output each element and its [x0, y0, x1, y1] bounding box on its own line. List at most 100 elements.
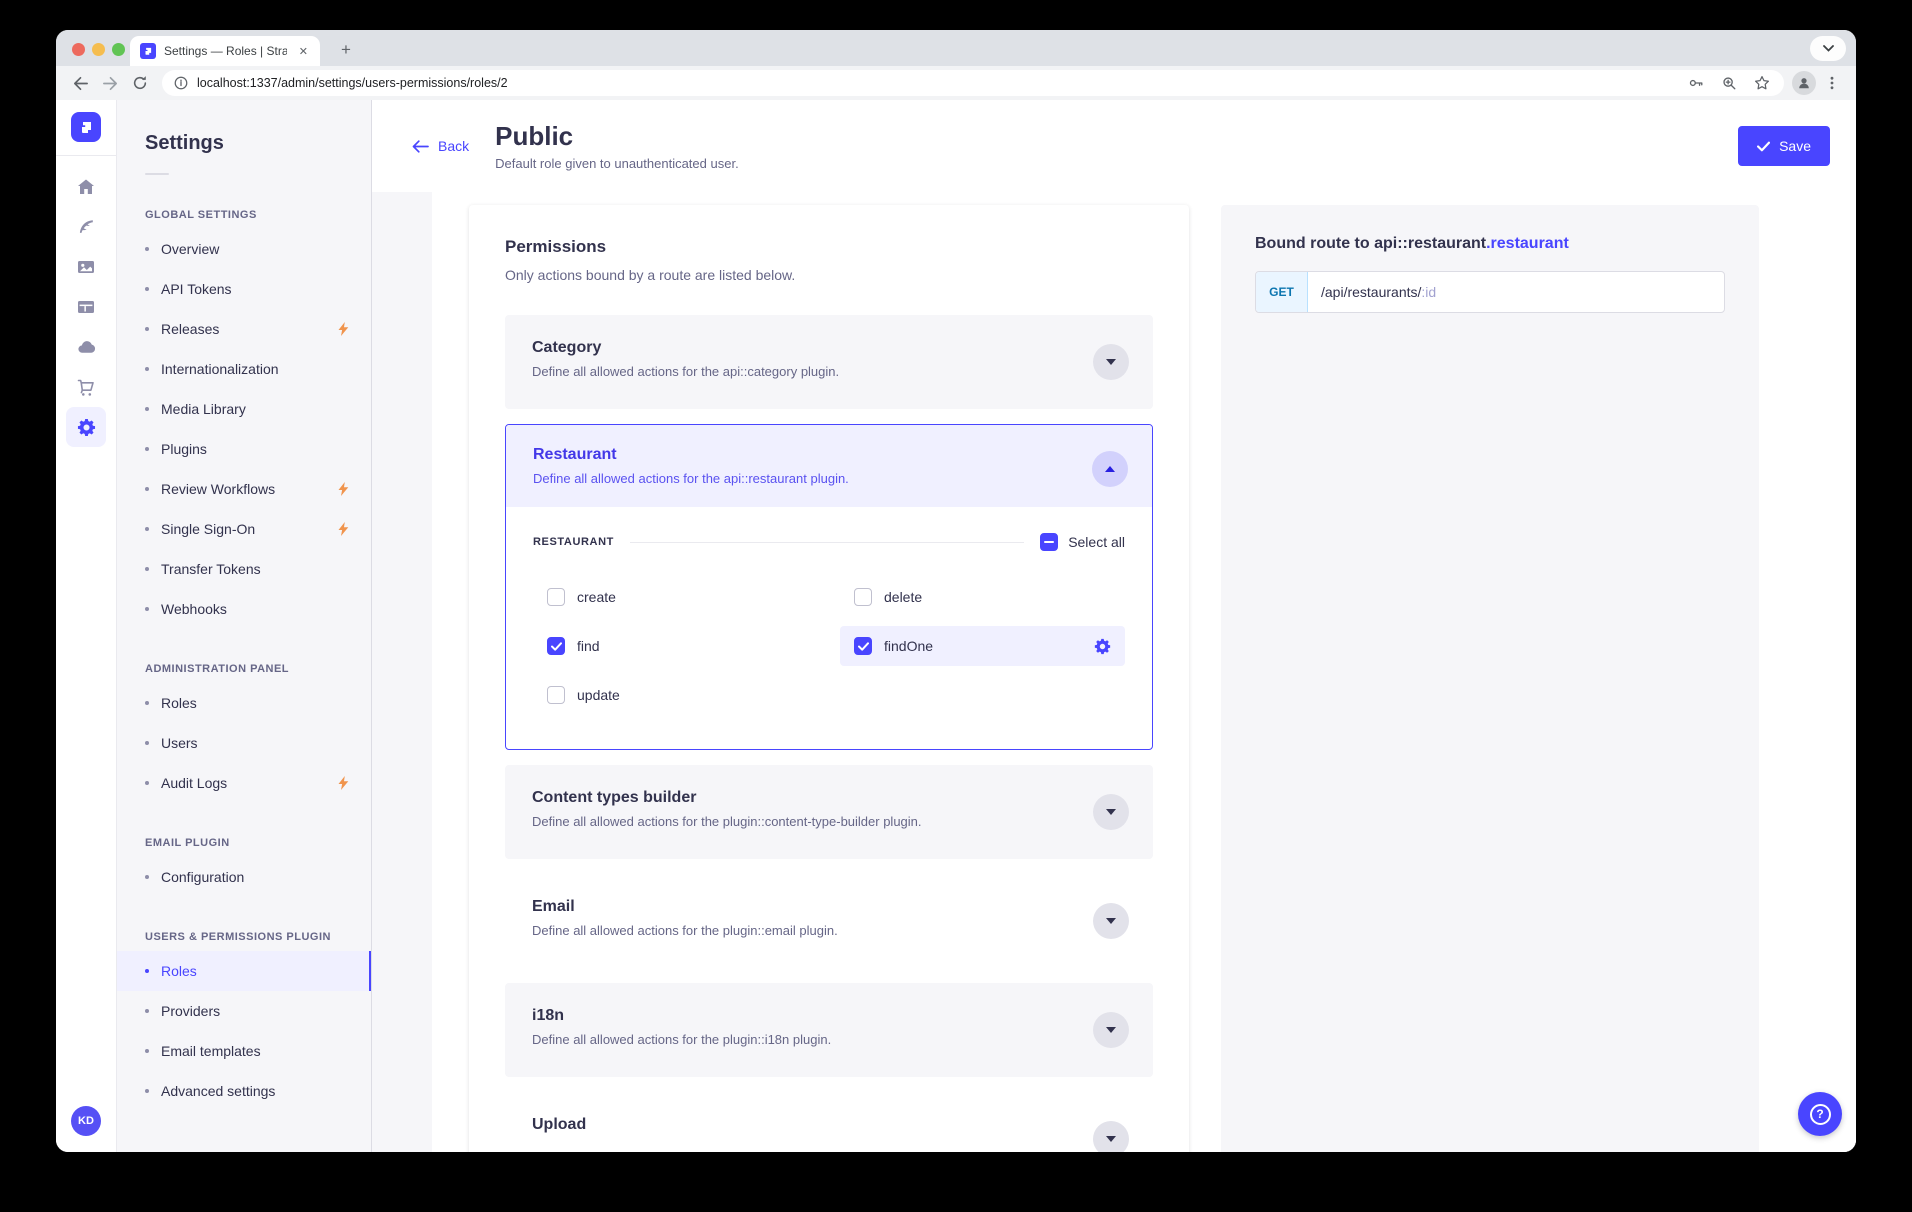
- sidebar-item-providers[interactable]: Providers: [117, 991, 371, 1031]
- sidebar-section-label: USERS & PERMISSIONS PLUGIN: [145, 931, 371, 943]
- accordion-upload[interactable]: Upload: [505, 1092, 1153, 1152]
- permission-action-label: delete: [884, 589, 922, 605]
- permissions-card: Permissions Only actions bound by a rout…: [469, 205, 1189, 1152]
- permission-action-update[interactable]: update: [533, 675, 818, 715]
- action-settings-gear-icon[interactable]: [1094, 638, 1111, 655]
- permission-action-delete[interactable]: delete: [840, 577, 1125, 617]
- sidebar-item-advanced-settings[interactable]: Advanced settings: [117, 1071, 371, 1111]
- site-info-icon[interactable]: [174, 76, 188, 90]
- bullet-icon: [145, 447, 149, 451]
- tab-close-icon[interactable]: ✕: [295, 43, 312, 60]
- close-window-button[interactable]: [72, 43, 85, 56]
- sidebar-item-audit-logs[interactable]: Audit Logs: [117, 763, 371, 803]
- sidebar-item-email-templates[interactable]: Email templates: [117, 1031, 371, 1071]
- bullet-icon: [145, 247, 149, 251]
- bullet-icon: [145, 487, 149, 491]
- chevron-down-icon[interactable]: [1093, 344, 1129, 380]
- settings-gear-icon[interactable]: [66, 407, 106, 447]
- deploy-cloud-icon[interactable]: [66, 327, 106, 367]
- sidebar-item-overview[interactable]: Overview: [117, 229, 371, 269]
- home-icon[interactable]: [66, 167, 106, 207]
- strapi-admin: KD Settings GLOBAL SETTINGSOverviewAPI T…: [56, 100, 1856, 1152]
- bookmark-star-icon[interactable]: [1750, 71, 1774, 95]
- accordion-email[interactable]: Email Define all allowed actions for the…: [505, 874, 1153, 968]
- route-input[interactable]: GET /api/restaurants/:id: [1255, 271, 1725, 313]
- sidebar-item-review-workflows[interactable]: Review Workflows: [117, 469, 371, 509]
- checkbox[interactable]: [547, 588, 565, 606]
- sidebar-item-releases[interactable]: Releases: [117, 309, 371, 349]
- sidebar-item-plugins[interactable]: Plugins: [117, 429, 371, 469]
- permission-action-create[interactable]: create: [533, 577, 818, 617]
- chevron-down-icon[interactable]: [1093, 903, 1129, 939]
- save-button[interactable]: Save: [1738, 126, 1830, 166]
- sidebar-item-internationalization[interactable]: Internationalization: [117, 349, 371, 389]
- back-link[interactable]: Back: [412, 138, 469, 154]
- subject-label: RESTAURANT: [533, 536, 614, 548]
- accordion-description: Define all allowed actions for the plugi…: [532, 814, 1073, 829]
- permission-action-find[interactable]: find: [533, 626, 818, 666]
- user-avatar[interactable]: KD: [71, 1106, 101, 1136]
- accordion-category[interactable]: Category Define all allowed actions for …: [505, 315, 1153, 409]
- chevron-down-icon[interactable]: [1093, 1012, 1129, 1048]
- sidebar-item-configuration[interactable]: Configuration: [117, 857, 371, 897]
- checkbox[interactable]: [854, 588, 872, 606]
- url-text[interactable]: localhost:1337/admin/settings/users-perm…: [197, 76, 1675, 90]
- accordion-i18n[interactable]: i18n Define all allowed actions for the …: [505, 983, 1153, 1077]
- accordion-content-types-builder[interactable]: Content types builder Define all allowed…: [505, 765, 1153, 859]
- sidebar-item-single-sign-on[interactable]: Single Sign-On: [117, 509, 371, 549]
- bullet-icon: [145, 741, 149, 745]
- accordion-title: Content types builder: [532, 789, 1073, 807]
- browser-window: Settings — Roles | Strapi ✕ + localhost:…: [56, 30, 1856, 1152]
- sidebar-item-users[interactable]: Users: [117, 723, 371, 763]
- forward-button[interactable]: [96, 69, 124, 97]
- password-key-icon[interactable]: [1684, 71, 1708, 95]
- accordion-restaurant-header[interactable]: Restaurant Define all allowed actions fo…: [506, 425, 1152, 507]
- help-button[interactable]: ?: [1798, 1092, 1842, 1136]
- permission-action-findone[interactable]: findOne: [840, 626, 1125, 666]
- sidebar-item-label: Advanced settings: [161, 1083, 275, 1099]
- address-bar[interactable]: localhost:1337/admin/settings/users-perm…: [162, 70, 1784, 96]
- route-path: /api/restaurants/:id: [1308, 284, 1436, 300]
- route-path-base: /api/restaurants/: [1321, 284, 1421, 300]
- reload-button[interactable]: [126, 69, 154, 97]
- main-area: Back Public Default role given to unauth…: [372, 100, 1856, 1152]
- sidebar-item-media-library[interactable]: Media Library: [117, 389, 371, 429]
- bullet-icon: [145, 407, 149, 411]
- permission-action-label: find: [577, 638, 600, 654]
- media-library-icon[interactable]: [66, 247, 106, 287]
- checkbox[interactable]: [547, 686, 565, 704]
- zoom-window-button[interactable]: [112, 43, 125, 56]
- page-header: Back Public Default role given to unauth…: [372, 100, 1856, 192]
- sidebar-item-webhooks[interactable]: Webhooks: [117, 589, 371, 629]
- content-manager-icon[interactable]: [66, 287, 106, 327]
- browser-tab[interactable]: Settings — Roles | Strapi ✕: [130, 36, 320, 66]
- sidebar-item-api-tokens[interactable]: API Tokens: [117, 269, 371, 309]
- back-button[interactable]: [66, 69, 94, 97]
- bullet-icon: [145, 781, 149, 785]
- accordion-description: Define all allowed actions for the plugi…: [532, 1032, 1073, 1047]
- chevron-down-icon[interactable]: [1093, 794, 1129, 830]
- accordion-description: Define all allowed actions for the api::…: [532, 364, 1073, 379]
- macos-traffic-lights: [72, 43, 125, 56]
- sidebar-item-label: Review Workflows: [161, 481, 275, 497]
- tab-search-chevron-button[interactable]: [1810, 36, 1846, 61]
- checkbox[interactable]: [547, 637, 565, 655]
- new-tab-button[interactable]: +: [334, 39, 358, 61]
- sidebar-item-roles[interactable]: Roles: [117, 683, 371, 723]
- select-all-control[interactable]: Select all: [1040, 533, 1125, 551]
- sidebar-item-roles[interactable]: Roles: [117, 951, 371, 991]
- strapi-logo-icon[interactable]: [71, 112, 101, 142]
- checkbox[interactable]: [854, 637, 872, 655]
- content-type-builder-icon[interactable]: [66, 207, 106, 247]
- browser-profile-avatar[interactable]: [1792, 71, 1816, 95]
- select-all-checkbox[interactable]: [1040, 533, 1058, 551]
- chevron-up-icon[interactable]: [1092, 451, 1128, 487]
- browser-menu-icon[interactable]: [1818, 69, 1846, 97]
- marketplace-cart-icon[interactable]: [66, 367, 106, 407]
- minimize-window-button[interactable]: [92, 43, 105, 56]
- back-arrow-icon: [412, 140, 429, 153]
- sidebar-item-transfer-tokens[interactable]: Transfer Tokens: [117, 549, 371, 589]
- bullet-icon: [145, 875, 149, 879]
- zoom-page-icon[interactable]: [1717, 71, 1741, 95]
- chevron-down-icon[interactable]: [1093, 1121, 1129, 1152]
